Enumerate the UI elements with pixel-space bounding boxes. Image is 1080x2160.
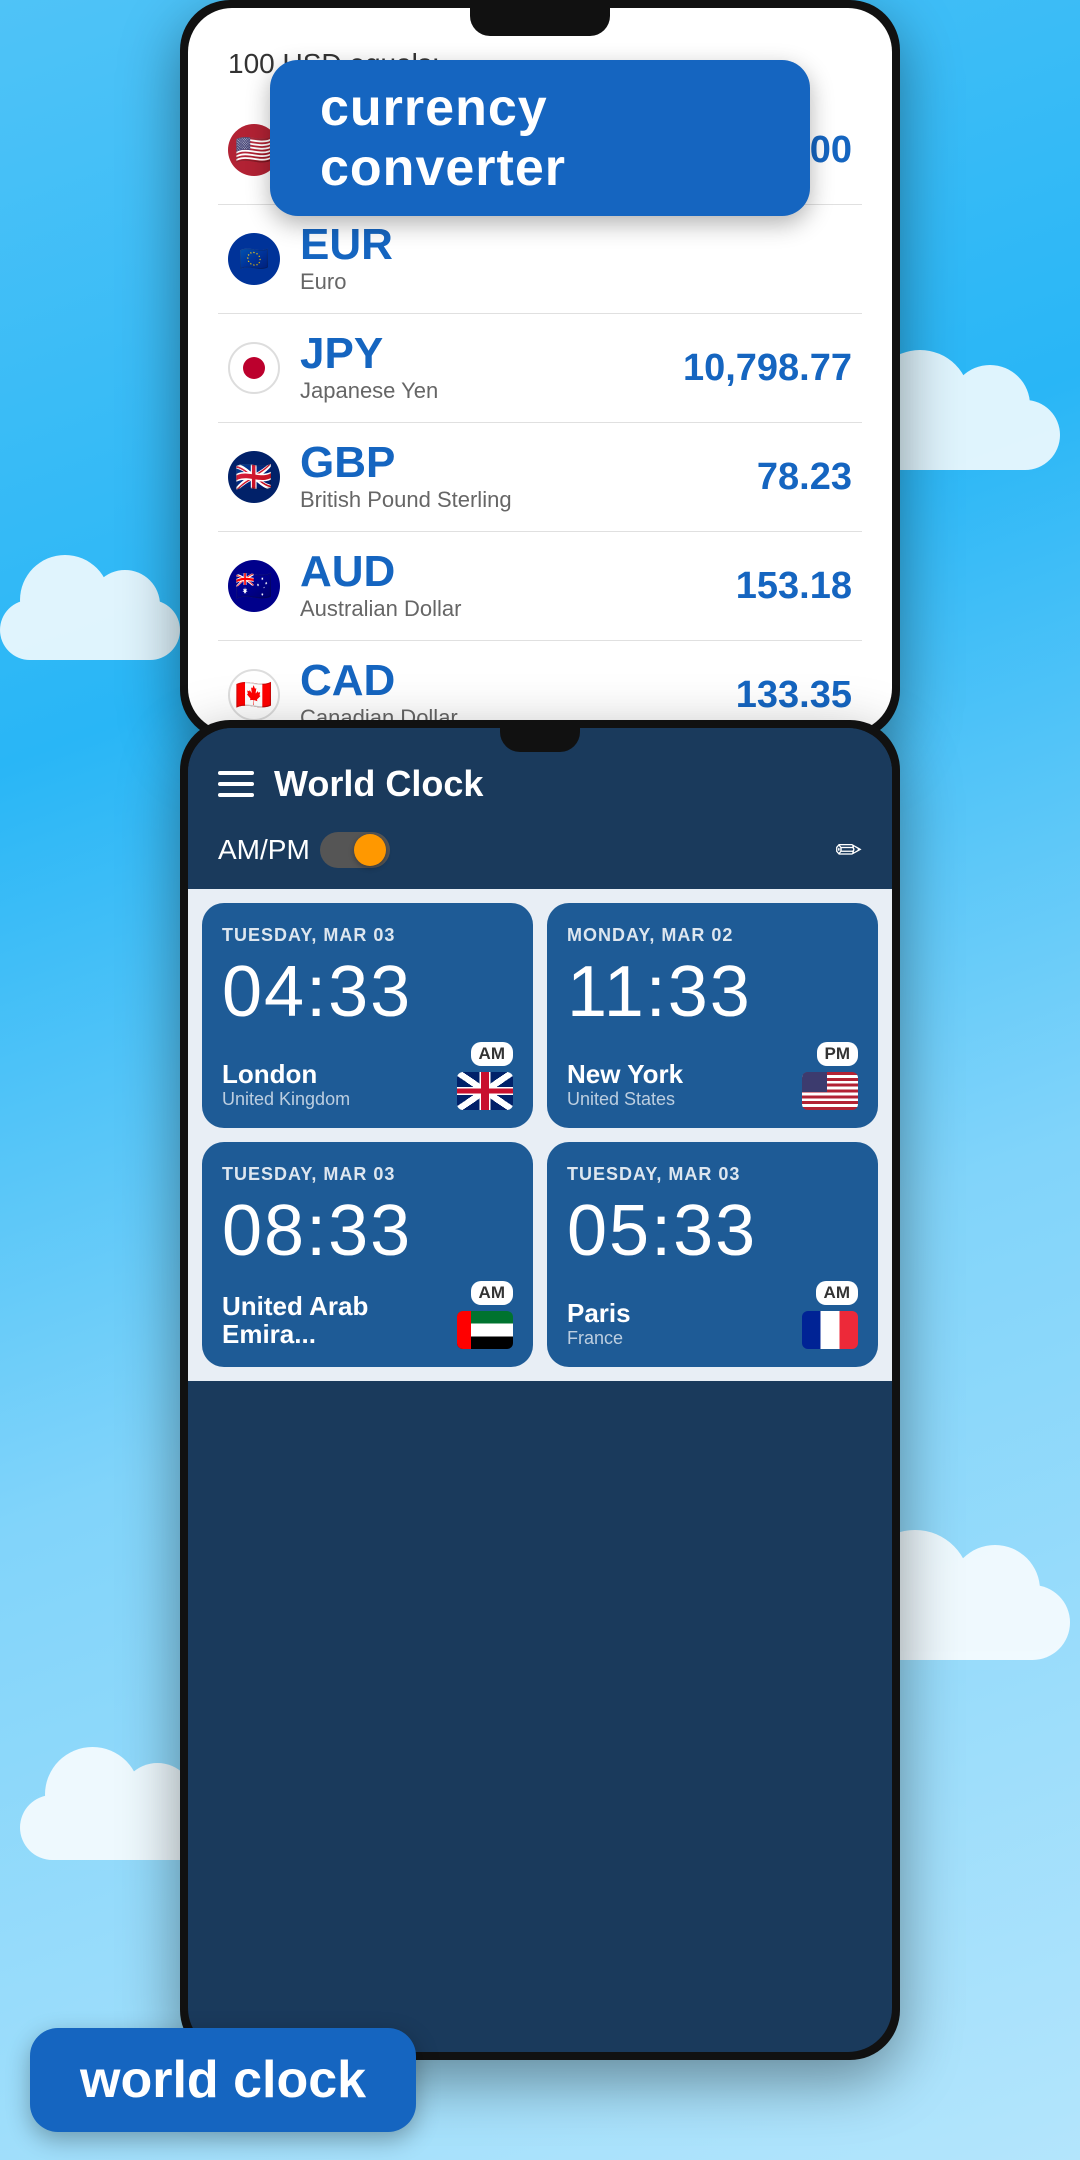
- clock-location-newyork: New York United States: [567, 1060, 683, 1110]
- phone-notch-bottom: [500, 728, 580, 752]
- clock-right-paris: AM: [802, 1281, 858, 1349]
- clock-location-paris: Paris France: [567, 1299, 631, 1349]
- currency-name-jpy: Japanese Yen: [300, 378, 683, 404]
- currency-code-jpy: JPY: [300, 332, 683, 376]
- world-clock-content: World Clock AM/PM ✏ TUESDAY, MAR 03 04:3…: [188, 728, 892, 2052]
- clock-country-paris: France: [567, 1328, 631, 1349]
- currency-row-jpy: JPY Japanese Yen 10,798.77: [218, 314, 862, 423]
- currency-code-eur: EUR: [300, 223, 852, 267]
- flag-jpy: [228, 342, 280, 394]
- clock-grid: TUESDAY, MAR 03 04:33 London United King…: [188, 889, 892, 1381]
- ampm-toggle-group: AM/PM: [218, 832, 390, 868]
- clock-country-newyork: United States: [567, 1089, 683, 1110]
- clock-date-newyork: MONDAY, MAR 02: [567, 925, 858, 946]
- ampm-badge-london: AM: [471, 1042, 513, 1066]
- currency-value-jpy: 10,798.77: [683, 347, 852, 390]
- currency-name-aud: Australian Dollar: [300, 596, 736, 622]
- hamburger-line-1: [218, 771, 254, 775]
- currency-row-cad: 🇨🇦 CAD Canadian Dollar 133.35: [218, 641, 862, 732]
- currency-info-gbp: GBP British Pound Sterling: [300, 441, 757, 513]
- clock-card-paris[interactable]: TUESDAY, MAR 03 05:33 Paris France AM: [547, 1142, 878, 1367]
- currency-name-gbp: British Pound Sterling: [300, 487, 757, 513]
- flag-gbp: 🇬🇧: [228, 451, 280, 503]
- flag-uae: [457, 1311, 513, 1349]
- ampm-label: AM/PM: [218, 834, 310, 866]
- clock-card-london[interactable]: TUESDAY, MAR 03 04:33 London United King…: [202, 903, 533, 1128]
- hamburger-menu-button[interactable]: [218, 771, 254, 797]
- flag-london: [457, 1072, 513, 1110]
- currency-code-gbp: GBP: [300, 441, 757, 485]
- currency-banner-text: currency converter: [320, 79, 566, 197]
- clock-date-london: TUESDAY, MAR 03: [222, 925, 513, 946]
- clock-location-uae: United Arab Emira...: [222, 1292, 457, 1349]
- toggle-thumb: [354, 834, 386, 866]
- clock-right-uae: AM: [457, 1281, 513, 1349]
- clock-city-uae: United Arab Emira...: [222, 1292, 457, 1349]
- currency-value-cad: 133.35: [736, 674, 852, 717]
- clock-time-london: 04:33: [222, 956, 513, 1028]
- ampm-badge-uae: AM: [471, 1281, 513, 1305]
- clock-city-paris: Paris: [567, 1299, 631, 1328]
- clock-time-paris: 05:33: [567, 1195, 858, 1267]
- flag-aud: 🇦🇺: [228, 560, 280, 612]
- currency-converter-banner: currency converter: [270, 60, 810, 216]
- ampm-badge-newyork: PM: [817, 1042, 859, 1066]
- edit-icon[interactable]: ✏: [835, 831, 862, 869]
- currency-row-aud: 🇦🇺 AUD Australian Dollar 153.18: [218, 532, 862, 641]
- clock-date-paris: TUESDAY, MAR 03: [567, 1164, 858, 1185]
- flag-paris: [802, 1311, 858, 1349]
- cloud-decoration-2: [0, 600, 180, 660]
- currency-info-aud: AUD Australian Dollar: [300, 550, 736, 622]
- clock-bottom-paris: Paris France AM: [567, 1281, 858, 1349]
- clock-location-london: London United Kingdom: [222, 1060, 350, 1110]
- clock-right-london: AM: [457, 1042, 513, 1110]
- flag-eur: 🇪🇺: [228, 233, 280, 285]
- currency-code-cad: CAD: [300, 659, 736, 703]
- clock-date-uae: TUESDAY, MAR 03: [222, 1164, 513, 1185]
- currency-row-gbp: 🇬🇧 GBP British Pound Sterling 78.23: [218, 423, 862, 532]
- flag-cad: 🇨🇦: [228, 669, 280, 721]
- world-clock-screen: World Clock AM/PM ✏ TUESDAY, MAR 03 04:3…: [188, 728, 892, 2052]
- hamburger-line-2: [218, 782, 254, 786]
- ampm-badge-paris: AM: [816, 1281, 858, 1305]
- clock-time-newyork: 11:33: [567, 956, 858, 1028]
- clock-country-london: United Kingdom: [222, 1089, 350, 1110]
- currency-value-gbp: 78.23: [757, 456, 852, 499]
- clock-city-newyork: New York: [567, 1060, 683, 1089]
- currency-row-eur: 🇪🇺 EUR Euro: [218, 205, 862, 314]
- world-clock-label-banner: world clock: [30, 2028, 416, 2132]
- clock-bottom-newyork: New York United States PM: [567, 1042, 858, 1110]
- clock-bottom-uae: United Arab Emira... AM: [222, 1281, 513, 1349]
- flag-newyork: [802, 1072, 858, 1110]
- currency-value-aud: 153.18: [736, 565, 852, 608]
- world-clock-title: World Clock: [274, 763, 483, 805]
- hamburger-line-3: [218, 793, 254, 797]
- currency-info-jpy: JPY Japanese Yen: [300, 332, 683, 404]
- currency-info-eur: EUR Euro: [300, 223, 852, 295]
- currency-code-aud: AUD: [300, 550, 736, 594]
- phone-notch-top: [470, 8, 610, 36]
- clock-city-london: London: [222, 1060, 350, 1089]
- clock-time-uae: 08:33: [222, 1195, 513, 1267]
- ampm-toggle-switch[interactable]: [320, 832, 390, 868]
- world-clock-subheader: AM/PM ✏: [188, 821, 892, 889]
- world-clock-phone: World Clock AM/PM ✏ TUESDAY, MAR 03 04:3…: [180, 720, 900, 2060]
- clock-bottom-london: London United Kingdom AM: [222, 1042, 513, 1110]
- clock-card-newyork[interactable]: MONDAY, MAR 02 11:33 New York United Sta…: [547, 903, 878, 1128]
- currency-name-eur: Euro: [300, 269, 852, 295]
- clock-right-newyork: PM: [802, 1042, 858, 1110]
- world-clock-banner-text: world clock: [80, 2051, 366, 2109]
- clock-card-uae[interactable]: TUESDAY, MAR 03 08:33 United Arab Emira.…: [202, 1142, 533, 1367]
